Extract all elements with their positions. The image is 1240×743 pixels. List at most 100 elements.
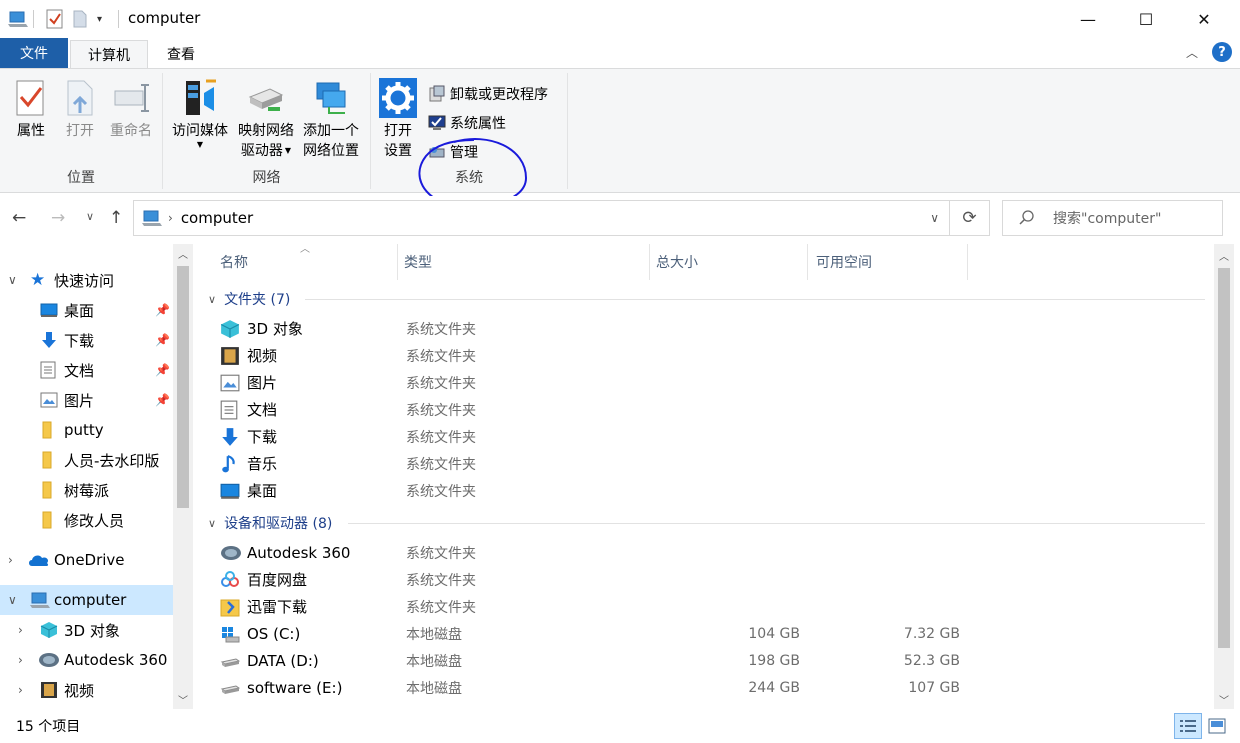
nav-autodesk[interactable]: › Autodesk 360 bbox=[0, 645, 173, 675]
chevron-right-icon[interactable]: › bbox=[8, 553, 13, 567]
list-item[interactable]: 音乐 系统文件夹 bbox=[220, 450, 1200, 477]
large-icons-view-button[interactable] bbox=[1205, 715, 1229, 737]
nav-item-folder[interactable]: 人员-去水印版 bbox=[0, 445, 173, 475]
map-drive-label-1: 映射网络 bbox=[238, 123, 294, 139]
chevron-right-icon[interactable]: › bbox=[18, 653, 23, 667]
open-button[interactable]: 打开 bbox=[60, 77, 100, 141]
add-network-location-button[interactable]: 添加一个 网络位置 bbox=[299, 77, 363, 161]
list-item[interactable]: 图片 系统文件夹 bbox=[220, 369, 1200, 396]
tab-computer[interactable]: 计算机 bbox=[70, 40, 148, 68]
status-bar: 15 个项目 bbox=[0, 709, 1240, 743]
chevron-right-icon[interactable]: › bbox=[18, 623, 23, 637]
details-view-button[interactable] bbox=[1174, 713, 1202, 739]
nav-item-pictures[interactable]: 图片 📌 bbox=[0, 385, 173, 415]
scroll-down-icon[interactable]: ﹀ bbox=[1219, 692, 1229, 707]
item-type: 系统文件夹 bbox=[406, 456, 476, 473]
tab-view[interactable]: 查看 bbox=[148, 40, 214, 68]
list-item[interactable]: DATA (D:) 本地磁盘 198 GB 52.3 GB bbox=[220, 647, 1200, 674]
up-button[interactable]: ↑ bbox=[109, 208, 123, 228]
search-box[interactable]: 搜索"computer" bbox=[1002, 200, 1223, 236]
item-free: 107 GB bbox=[908, 679, 960, 696]
chevron-right-icon[interactable]: › bbox=[18, 683, 23, 697]
nav-item-downloads[interactable]: 下载 📌 bbox=[0, 325, 173, 355]
recent-locations-button[interactable]: ∨ bbox=[86, 210, 94, 223]
column-header-free[interactable]: 可用空间 bbox=[796, 244, 968, 280]
desktop-icon bbox=[220, 483, 240, 499]
list-item[interactable]: 迅雷下载 系统文件夹 bbox=[220, 593, 1200, 620]
map-drive-label-2: 驱动器 bbox=[240, 143, 283, 159]
access-media-button[interactable]: 访问媒体 ▼ bbox=[168, 77, 232, 149]
pin-icon[interactable]: 📌 bbox=[155, 333, 170, 347]
nav-quick-access[interactable]: ∨ ★ 快速访问 bbox=[0, 265, 173, 295]
column-header-total[interactable]: 总大小 bbox=[636, 244, 808, 280]
open-icon bbox=[67, 80, 93, 116]
properties-quick-icon[interactable] bbox=[46, 8, 64, 30]
list-item[interactable]: 桌面 系统文件夹 bbox=[220, 477, 1200, 504]
chevron-down-icon[interactable]: ∨ bbox=[208, 293, 216, 306]
scroll-up-icon[interactable]: ︿ bbox=[1219, 248, 1229, 263]
list-item[interactable]: 视频 系统文件夹 bbox=[220, 342, 1200, 369]
nav-computer[interactable]: ∨ computer bbox=[0, 585, 173, 615]
system-properties-button[interactable]: 系统属性 bbox=[428, 112, 506, 134]
help-icon[interactable]: ? bbox=[1212, 42, 1232, 62]
nav-3d-objects[interactable]: › 3D 对象 bbox=[0, 615, 173, 645]
open-settings-button[interactable]: 打开 设置 bbox=[377, 77, 419, 161]
address-bar[interactable]: › computer ∨ bbox=[133, 200, 950, 236]
pin-icon[interactable]: 📌 bbox=[155, 363, 170, 377]
add-location-label-1: 添加一个 bbox=[303, 123, 359, 139]
nav-onedrive[interactable]: › OneDrive bbox=[0, 545, 173, 575]
computer-app-icon[interactable] bbox=[8, 8, 28, 30]
uninstall-programs-button[interactable]: 卸载或更改程序 bbox=[428, 83, 548, 105]
list-item[interactable]: 下载 系统文件夹 bbox=[220, 423, 1200, 450]
list-item[interactable]: 百度网盘 系统文件夹 bbox=[220, 566, 1200, 593]
onedrive-icon bbox=[29, 555, 49, 566]
map-network-drive-button[interactable]: 映射网络 驱动器 ▼ bbox=[235, 77, 297, 161]
column-label: 可用空间 bbox=[816, 255, 872, 271]
list-item[interactable]: 文档 系统文件夹 bbox=[220, 396, 1200, 423]
address-path[interactable]: computer bbox=[181, 209, 253, 227]
list-item[interactable]: Autodesk 360 系统文件夹 bbox=[220, 539, 1200, 566]
rename-button[interactable]: 重命名 bbox=[106, 77, 156, 141]
close-button[interactable]: ✕ bbox=[1175, 0, 1233, 38]
item-type: 系统文件夹 bbox=[406, 545, 476, 562]
maximize-button[interactable]: ☐ bbox=[1117, 0, 1175, 38]
nav-videos[interactable]: › 视频 bbox=[0, 675, 173, 705]
nav-scroll-thumb[interactable] bbox=[177, 266, 189, 508]
back-button[interactable]: ← bbox=[12, 208, 26, 228]
address-dropdown-icon[interactable]: ∨ bbox=[930, 211, 939, 225]
content-scrollbar[interactable]: ︿ ﹀ bbox=[1214, 244, 1234, 709]
column-header-type[interactable]: 类型 bbox=[386, 244, 650, 280]
collapse-ribbon-icon[interactable]: ︿ bbox=[1186, 44, 1198, 61]
nav-scrollbar[interactable]: ︿ ﹀ bbox=[173, 244, 193, 709]
chevron-down-icon[interactable]: ∨ bbox=[208, 517, 216, 530]
pin-icon[interactable]: 📌 bbox=[155, 303, 170, 317]
nav-item-folder[interactable]: 树莓派 bbox=[0, 475, 173, 505]
chevron-down-icon[interactable]: ∨ bbox=[8, 273, 17, 287]
pin-icon[interactable]: 📌 bbox=[155, 393, 170, 407]
group-header-devices[interactable]: ∨ 设备和驱动器 (8) bbox=[208, 511, 332, 535]
scroll-down-icon[interactable]: ﹀ bbox=[178, 692, 188, 707]
list-item[interactable]: software (E:) 本地磁盘 244 GB 107 GB bbox=[220, 674, 1200, 701]
nav-label: computer bbox=[54, 591, 127, 609]
nav-item-documents[interactable]: 文档 📌 bbox=[0, 355, 173, 385]
tab-file[interactable]: 文件 bbox=[0, 38, 68, 68]
scroll-up-icon[interactable]: ︿ bbox=[178, 246, 188, 261]
nav-item-folder[interactable]: 修改人员 bbox=[0, 505, 173, 535]
nav-item-desktop[interactable]: 桌面 📌 bbox=[0, 295, 173, 325]
new-folder-quick-icon[interactable] bbox=[72, 8, 88, 30]
forward-button[interactable]: → bbox=[51, 208, 65, 228]
customize-quick-access-icon[interactable]: ▾ bbox=[97, 8, 102, 30]
list-item[interactable]: OS (C:) 本地磁盘 104 GB 7.32 GB bbox=[220, 620, 1200, 647]
column-header-name[interactable]: 名称 bbox=[200, 244, 398, 280]
group-header-folders[interactable]: ∨ 文件夹 (7) bbox=[208, 287, 290, 311]
programs-icon bbox=[429, 85, 445, 102]
refresh-button[interactable]: ⟳ bbox=[950, 200, 990, 236]
rename-label: 重命名 bbox=[110, 123, 152, 139]
minimize-button[interactable]: — bbox=[1059, 0, 1117, 38]
content-scroll-thumb[interactable] bbox=[1218, 268, 1230, 648]
list-item[interactable]: 3D 对象 系统文件夹 bbox=[220, 315, 1200, 342]
breadcrumb-chevron-icon[interactable]: › bbox=[168, 211, 173, 225]
chevron-down-icon[interactable]: ∨ bbox=[8, 593, 17, 607]
properties-button[interactable]: 属性 bbox=[12, 77, 50, 141]
nav-item-putty[interactable]: putty bbox=[0, 415, 173, 445]
